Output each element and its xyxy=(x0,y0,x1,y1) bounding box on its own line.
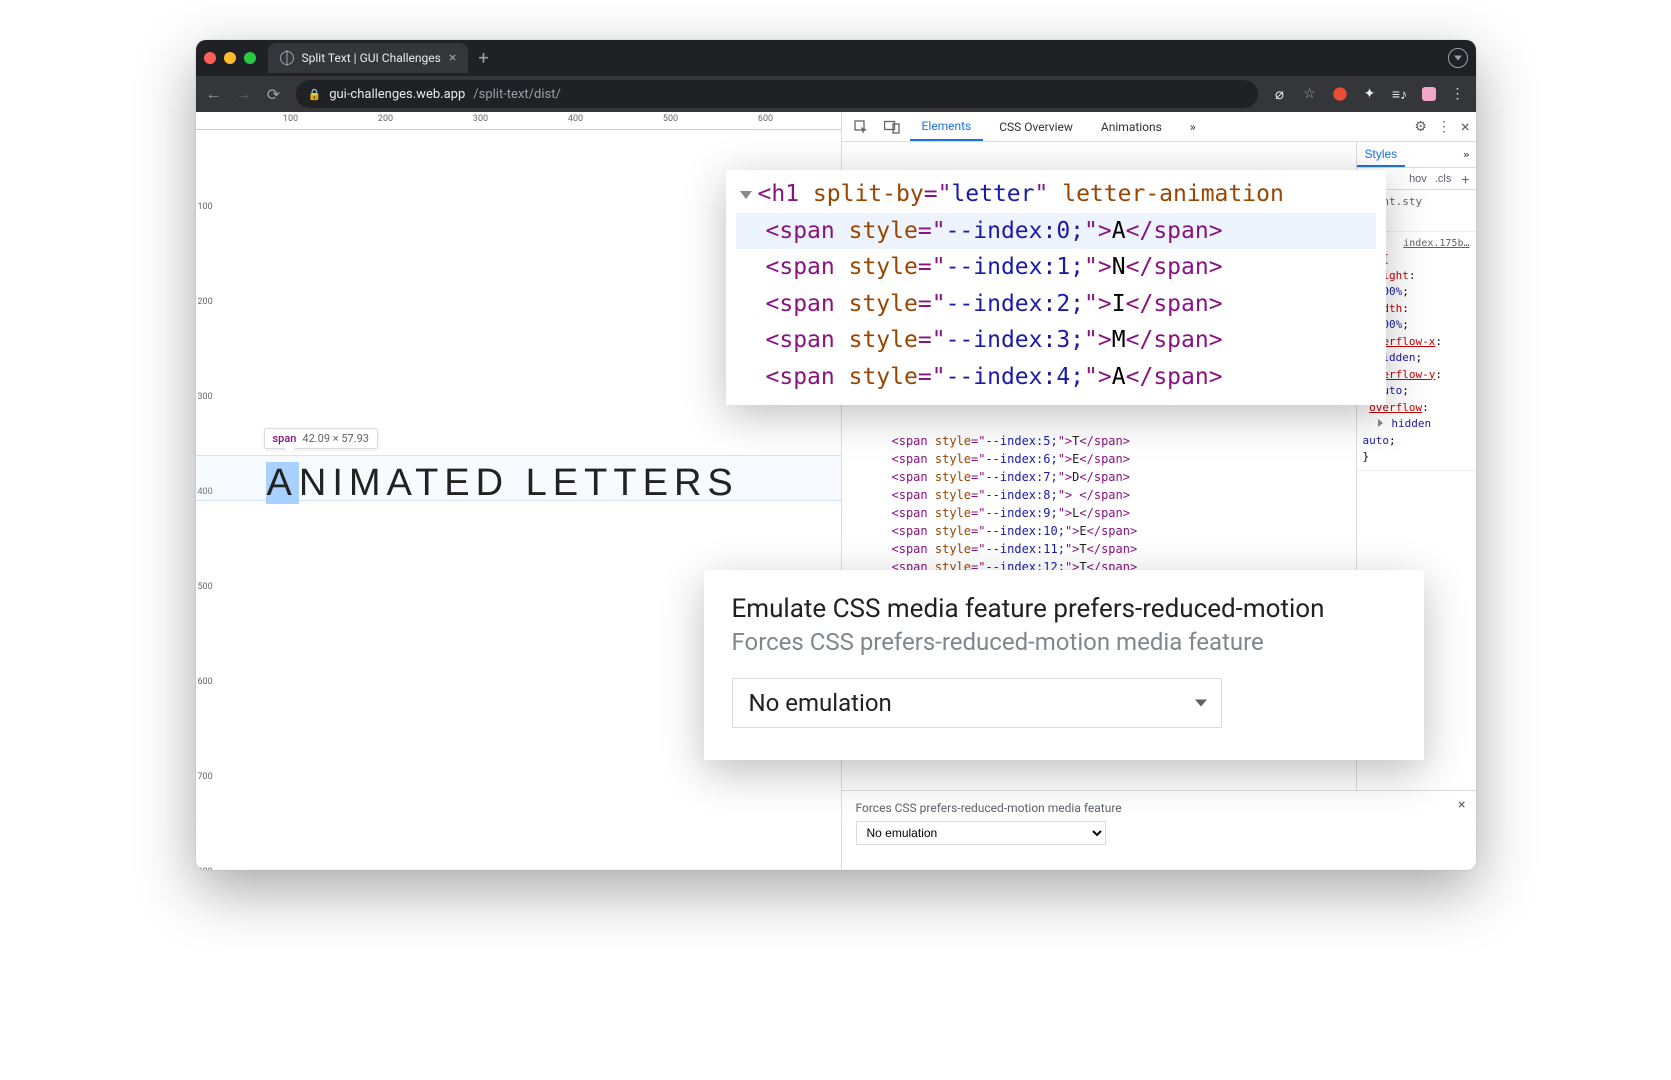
devtools-tabs: Elements CSS Overview Animations » ⚙ ⋮ × xyxy=(842,112,1476,142)
tab-title: Split Text | GUI Challenges xyxy=(302,51,441,65)
heading-letter: M xyxy=(349,462,387,504)
toolbar: ← → ⟳ 🔒 gui-challenges.web.app/split-tex… xyxy=(196,76,1476,112)
bookmark-icon[interactable]: ☆ xyxy=(1302,86,1318,102)
emulate-subtitle: Forces CSS prefers-reduced-motion media … xyxy=(732,628,1396,656)
drawer-close-button[interactable]: × xyxy=(1458,797,1465,813)
tab-css-overview[interactable]: CSS Overview xyxy=(987,114,1085,140)
tooltip-tag: span xyxy=(273,432,297,445)
maximize-window-button[interactable] xyxy=(244,52,256,64)
emulation-select[interactable]: No emulation xyxy=(856,821,1106,845)
caret-down-icon[interactable] xyxy=(740,191,752,199)
ruler-vertical: 100200300400500600700800 xyxy=(196,112,214,870)
close-window-button[interactable] xyxy=(204,52,216,64)
tabs-overflow[interactable]: » xyxy=(1178,114,1208,140)
reading-list-icon[interactable]: ≡♪ xyxy=(1392,86,1408,102)
dom-row[interactable]: <h1 split-by="letter" letter-animation xyxy=(736,176,1376,213)
browser-window: Split Text | GUI Challenges × + ← → ⟳ 🔒 … xyxy=(196,40,1476,870)
dom-row[interactable]: <span style="--index:2;">I</span> xyxy=(736,286,1376,323)
close-tab-button[interactable]: × xyxy=(449,50,456,66)
translate-icon[interactable]: ⌀ xyxy=(1272,86,1288,102)
rendering-drawer: × Forces CSS prefers-reduced-motion medi… xyxy=(842,790,1476,870)
cls-toggle[interactable]: .cls xyxy=(1431,173,1456,185)
lock-icon: 🔒 xyxy=(308,88,322,101)
inspect-tooltip: span 42.09 × 57.93 xyxy=(264,428,379,449)
tab-search-button[interactable] xyxy=(1448,48,1468,68)
tab-strip: Split Text | GUI Challenges × + xyxy=(196,40,1476,76)
dom-row[interactable]: <span style="--index:0;">A</span> xyxy=(736,213,1376,250)
favicon-icon xyxy=(280,51,294,65)
heading-letter: E xyxy=(444,462,475,504)
heading-letter: T xyxy=(584,462,613,504)
dom-row[interactable]: <span style="--index:11;">T</span> xyxy=(892,540,1346,558)
dom-row[interactable]: <span style="--index:6;">E</span> xyxy=(892,450,1346,468)
heading-letter: L xyxy=(526,462,553,504)
styles-tab[interactable]: Styles xyxy=(1357,143,1406,167)
tooltip-dimensions: 42.09 × 57.93 xyxy=(302,432,369,445)
heading-letter: D xyxy=(476,462,509,504)
heading-letter: N xyxy=(299,462,332,504)
device-toolbar-button[interactable] xyxy=(878,116,906,138)
heading-letter: E xyxy=(553,462,584,504)
emulate-card: Emulate CSS media feature prefers-reduce… xyxy=(704,570,1424,760)
dom-row[interactable]: <span style="--index:8;"> </span> xyxy=(892,486,1346,504)
heading-letter: I xyxy=(332,462,349,504)
heading-letter: T xyxy=(415,462,444,504)
rendering-desc: Forces CSS prefers-reduced-motion media … xyxy=(856,801,1462,815)
page-heading: ANIMATED LETTERS xyxy=(266,462,739,505)
heading-letter: A xyxy=(387,462,416,504)
heading-letter: A xyxy=(266,462,299,504)
hov-toggle[interactable]: hov xyxy=(1405,173,1431,185)
dom-row[interactable]: <span style="--index:5;">T</span> xyxy=(892,432,1346,450)
url-domain: gui-challenges.web.app xyxy=(329,87,465,102)
toolbar-actions: ⌀ ☆ ✦ ≡♪ ⋮ xyxy=(1272,86,1466,102)
dom-row[interactable]: <span style="--index:4;">A</span> xyxy=(736,359,1376,396)
zoomed-dom-card: <h1 split-by="letter" letter-animation <… xyxy=(726,170,1386,405)
extensions-icon[interactable]: ✦ xyxy=(1362,86,1378,102)
new-tab-button[interactable]: + xyxy=(478,48,488,69)
browser-tab[interactable]: Split Text | GUI Challenges × xyxy=(268,43,469,73)
tab-animations[interactable]: Animations xyxy=(1089,114,1174,140)
devtools-settings-button[interactable]: ⚙ xyxy=(1414,119,1427,135)
devtools-menu-button[interactable]: ⋮ xyxy=(1437,119,1451,135)
forward-button[interactable]: → xyxy=(236,84,252,104)
address-bar[interactable]: 🔒 gui-challenges.web.app/split-text/dist… xyxy=(296,80,1258,108)
chrome-menu-button[interactable]: ⋮ xyxy=(1450,86,1466,102)
emulate-title: Emulate CSS media feature prefers-reduce… xyxy=(732,594,1396,624)
dom-row[interactable]: <span style="--index:10;">E</span> xyxy=(892,522,1346,540)
dom-row[interactable]: <span style="--index:9;">L</span> xyxy=(892,504,1346,522)
url-path: /split-text/dist/ xyxy=(473,87,561,102)
heading-letter: R xyxy=(674,462,707,504)
chevron-down-icon xyxy=(1195,700,1207,707)
tab-elements[interactable]: Elements xyxy=(910,113,984,141)
ruler-horizontal: 100200300400500600 xyxy=(196,112,841,130)
dom-row[interactable]: <span style="--index:1;">N</span> xyxy=(736,249,1376,286)
inspect-element-button[interactable] xyxy=(848,116,874,138)
style-declaration[interactable]: overflow: hidden auto; xyxy=(1363,400,1470,450)
styles-tabs-overflow[interactable]: » xyxy=(1457,144,1476,165)
heading-letter xyxy=(509,462,526,504)
heading-letter: T xyxy=(613,462,642,504)
heading-letter: E xyxy=(643,462,674,504)
extension-visbug-icon[interactable] xyxy=(1332,86,1348,102)
dom-row[interactable]: <span style="--index:7;">D</span> xyxy=(892,468,1346,486)
dom-row[interactable]: <span style="--index:3;">M</span> xyxy=(736,322,1376,359)
back-button[interactable]: ← xyxy=(206,84,222,104)
devtools-close-button[interactable]: × xyxy=(1461,117,1470,136)
emulate-select[interactable]: No emulation xyxy=(732,678,1222,728)
profile-avatar[interactable] xyxy=(1422,87,1436,101)
window-controls xyxy=(204,52,256,64)
new-rule-button[interactable]: + xyxy=(1455,171,1475,187)
reload-button[interactable]: ⟳ xyxy=(266,85,282,104)
emulate-value: No emulation xyxy=(749,689,892,717)
heading-letter: S xyxy=(707,462,738,504)
minimize-window-button[interactable] xyxy=(224,52,236,64)
